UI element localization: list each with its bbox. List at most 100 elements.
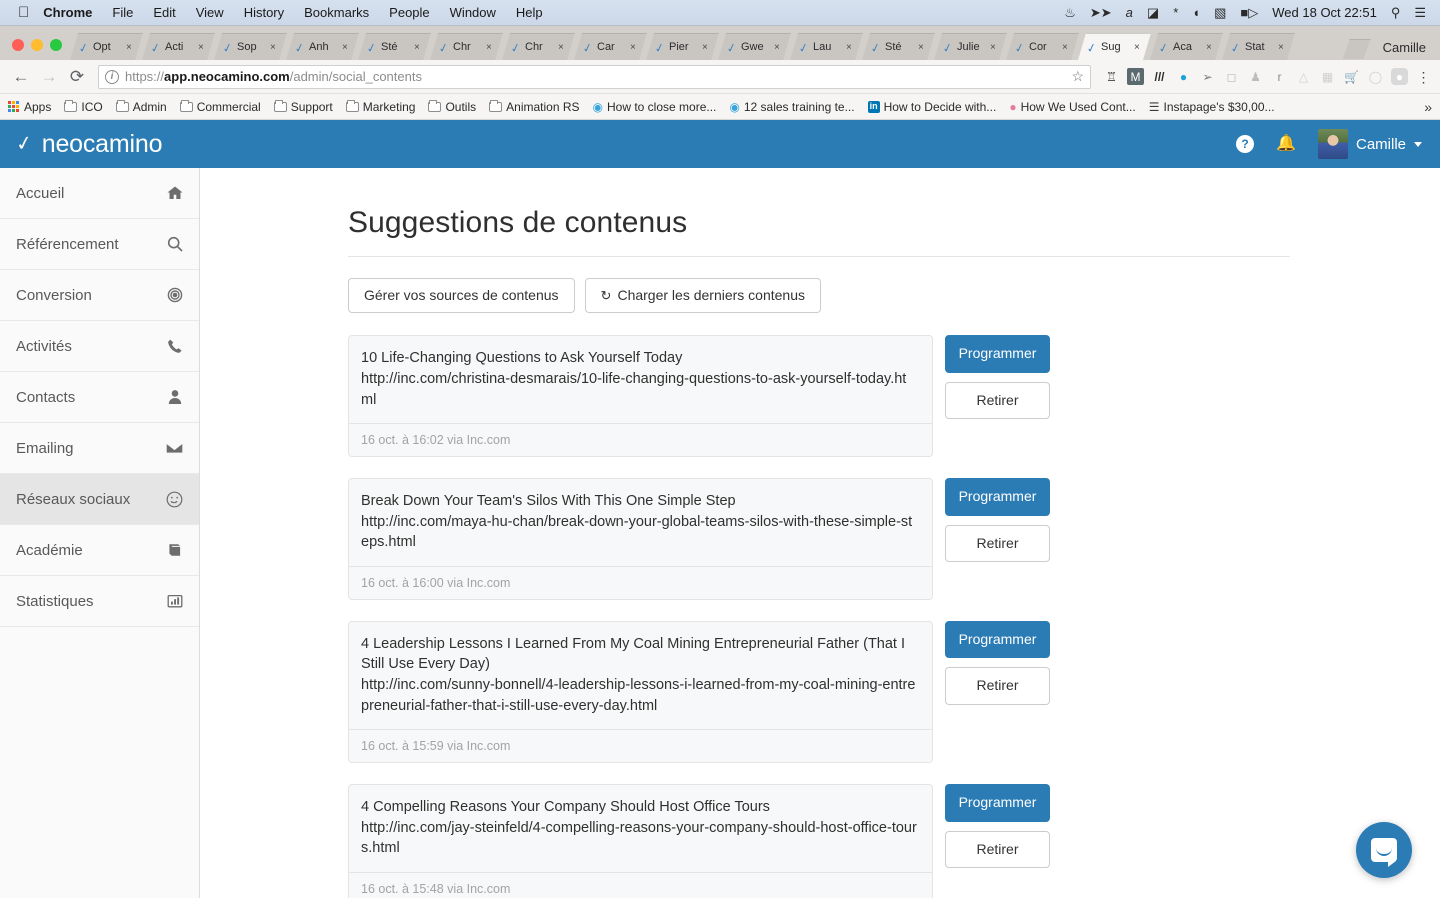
intercom-chat-icon[interactable] [1356,822,1412,878]
bookmarks-overflow-icon[interactable]: » [1418,99,1432,115]
back-button[interactable]: ← [8,64,34,90]
bookmark-item[interactable]: Apps [8,100,51,114]
sidebar-item-phone[interactable]: Activités [0,321,199,372]
menu-view[interactable]: View [196,5,224,20]
load-latest-button[interactable]: ↻ Charger les derniers contenus [584,278,821,314]
chrome-menu-icon[interactable]: ⋮ [1415,68,1432,85]
tab-close-icon[interactable]: × [198,42,208,53]
sidebar-item-smiley[interactable]: Réseaux sociaux [0,474,199,525]
bookmark-item[interactable]: in How to Decide with... [867,100,996,114]
moz-icon[interactable]: ● [1175,68,1192,85]
browser-tab[interactable]: ✓ Sté × [862,33,935,60]
tab-close-icon[interactable]: × [486,42,496,53]
browser-tab[interactable]: ✓ Stat × [1222,33,1295,60]
bookmark-item[interactable]: ☰ Instapage's $30,00... [1149,100,1275,114]
sidebar-item-search[interactable]: Référencement [0,219,199,270]
sidebar-item-person[interactable]: Contacts [0,372,199,423]
sidebar-item-bar-chart[interactable]: Statistiques [0,576,199,627]
tab-close-icon[interactable]: × [630,42,640,53]
suggestion-url[interactable]: http://inc.com/sunny-bonnell/4-leadershi… [361,675,918,716]
bookmark-item[interactable]: Admin [115,99,167,114]
browser-tab[interactable]: ✓ Lau × [790,33,863,60]
f-lux-icon[interactable]: ◪ [1147,6,1159,19]
browser-tab[interactable]: ✓ Gwe × [718,33,791,60]
bookmark-item[interactable]: ◉ How to close more... [593,100,717,114]
screenshot-icon[interactable]: ▦ [1319,68,1336,85]
bookmark-item[interactable]: Commercial [179,99,261,114]
sidebar-item-envelope[interactable]: Emailing [0,423,199,474]
forward-button[interactable]: → [36,64,62,90]
sidebar-item-book[interactable]: Académie [0,525,199,576]
bookmark-star-icon[interactable]: ☆ [1071,68,1084,85]
user-menu[interactable]: Camille [1317,129,1422,159]
tab-close-icon[interactable]: × [774,42,784,53]
schedule-button[interactable]: Programmer [945,478,1050,516]
tab-close-icon[interactable]: × [270,42,280,53]
tab-close-icon[interactable]: × [918,42,928,53]
airplay-icon[interactable]: ▧ [1214,6,1226,19]
bookmark-item[interactable]: ◉ 12 sales training te... [729,100,854,114]
close-window-button[interactable] [12,39,24,51]
notification-center-icon[interactable]: ☰ [1414,6,1426,19]
slashes-icon[interactable]: /// [1151,68,1168,85]
browser-tab[interactable]: ✓ Anh × [286,33,359,60]
schedule-button[interactable]: Programmer [945,335,1050,373]
grammarly-icon[interactable]: ◻ [1223,68,1240,85]
manage-sources-button[interactable]: Gérer vos sources de contenus [348,278,575,314]
dropbox-icon[interactable]: ♨ [1064,6,1076,19]
tab-close-icon[interactable]: × [558,42,568,53]
sidebar-item-home[interactable]: Accueil [0,168,199,219]
browser-profile-name[interactable]: Camille [1383,40,1426,55]
sidebar-item-target[interactable]: Conversion [0,270,199,321]
bookmark-item[interactable]: Support [273,99,333,114]
browser-tab[interactable]: ✓ Car × [574,33,647,60]
mailtag-icon[interactable]: ◯ [1367,68,1384,85]
minimize-window-button[interactable] [31,39,43,51]
browser-tab[interactable]: ✓ Sop × [214,33,287,60]
schedule-button[interactable]: Programmer [945,784,1050,822]
menu-bookmarks[interactable]: Bookmarks [304,5,369,20]
brand-logo[interactable]: ✓ neocamino [14,130,162,159]
reload-button[interactable]: ⟳ [64,64,90,90]
suggestion-url[interactable]: http://inc.com/jay-steinfeld/4-compellin… [361,818,918,859]
help-circle-icon[interactable]: ? [1236,135,1255,153]
battery-icon[interactable]: ■▷ [1240,6,1258,19]
schedule-button[interactable]: Programmer [945,620,1050,659]
remove-button[interactable]: Retirer [945,830,1050,868]
drive-icon[interactable]: △ [1295,68,1312,85]
backblaze-icon[interactable]: ➤➤ [1090,6,1112,19]
menu-file[interactable]: File [112,5,133,20]
address-bar[interactable]: i https://app.neocamino.com/admin/social… [98,64,1091,89]
menu-window[interactable]: Window [450,5,496,20]
menu-history[interactable]: History [244,5,284,20]
reddit-icon[interactable]: r [1271,68,1288,85]
tab-close-icon[interactable]: × [342,42,352,53]
tab-close-icon[interactable]: × [1134,42,1144,53]
bookmark-item[interactable]: Animation RS [489,99,580,114]
browser-tab[interactable]: ✓ Sté × [358,33,431,60]
datanyze-icon[interactable]: ➢ [1199,68,1216,85]
browser-tab[interactable]: ✓ Chr × [502,33,575,60]
tab-close-icon[interactable]: × [702,42,712,53]
bookmark-item[interactable]: Marketing [345,99,415,114]
tab-close-icon[interactable]: × [414,42,424,53]
remove-button[interactable]: Retirer [945,667,1050,705]
notification-bell-icon[interactable]: 🔔 [1276,136,1296,152]
people-icon[interactable]: ♟ [1247,68,1264,85]
tab-close-icon[interactable]: × [1206,42,1216,53]
bluetooth-icon[interactable]: * [1173,6,1178,19]
remove-button[interactable]: Retirer [945,381,1050,420]
browser-tab[interactable]: ✓ Julie × [934,33,1007,60]
bookmark-item[interactable]: ● How We Used Cont... [1009,100,1135,114]
menu-help[interactable]: Help [516,5,543,20]
browser-tab[interactable]: ✓ Pier × [646,33,719,60]
suggestion-url[interactable]: http://inc.com/christina-desmarais/10-li… [361,369,918,410]
bookmark-item[interactable]: Outils [428,99,476,114]
tab-close-icon[interactable]: × [1278,42,1288,53]
tab-close-icon[interactable]: × [990,42,1000,53]
apple-menu-icon[interactable]:  [18,5,29,20]
new-tab-button[interactable] [1343,39,1371,59]
browser-tab[interactable]: ✓ Aca × [1150,33,1223,60]
wifi-icon[interactable]: ◖ [1192,6,1200,19]
maximize-window-button[interactable] [50,39,62,51]
